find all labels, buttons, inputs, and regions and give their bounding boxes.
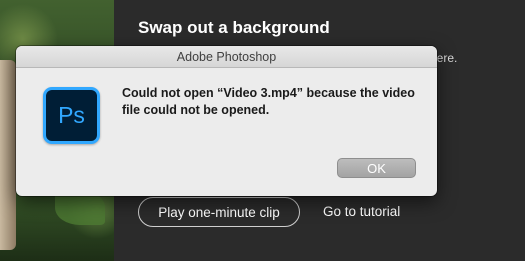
- dialog-title: Adobe Photoshop: [176, 49, 277, 64]
- dialog-titlebar[interactable]: Adobe Photoshop: [16, 46, 437, 68]
- play-clip-button[interactable]: Play one-minute clip: [138, 197, 300, 227]
- photoshop-app-icon: Ps: [43, 87, 100, 144]
- error-dialog: Adobe Photoshop Ps Could not open “Video…: [16, 46, 437, 196]
- photoshop-icon-label: Ps: [46, 90, 97, 141]
- ok-button[interactable]: OK: [337, 158, 416, 178]
- tutorial-title: Swap out a background: [138, 18, 330, 37]
- tree-trunk-shape: [0, 60, 16, 250]
- go-to-tutorial-link[interactable]: Go to tutorial: [323, 204, 400, 219]
- error-message: Could not open “Video 3.mp4” because the…: [122, 86, 415, 117]
